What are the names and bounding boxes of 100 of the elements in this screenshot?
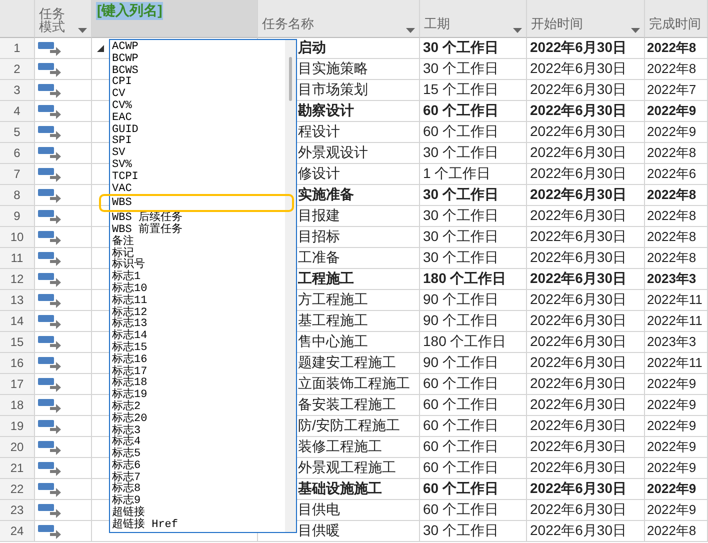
table-cell: 2022年8 <box>645 59 708 80</box>
table-cell: 15 个工作日 <box>420 80 527 101</box>
table-cell: 2022年6月30日 <box>527 479 645 500</box>
column-header[interactable]: 任务 模式 <box>35 0 92 38</box>
arrow-bar-icon <box>38 502 62 518</box>
row-number: 21 <box>0 458 35 479</box>
table-cell: 60 个工作日 <box>420 479 527 500</box>
arrow-bar-icon <box>38 40 62 56</box>
table-cell: 2022年6月30日 <box>527 374 645 395</box>
table-cell: 2022年6月30日 <box>527 458 645 479</box>
table-cell: 60 个工作日 <box>420 437 527 458</box>
table-cell: 60 个工作日 <box>420 458 527 479</box>
table-cell: 30 个工作日 <box>420 38 527 59</box>
table-cell: 2022年8 <box>645 185 708 206</box>
table-cell: 2022年6月30日 <box>527 122 645 143</box>
select-all-corner[interactable] <box>0 0 35 38</box>
table-cell: 2022年8 <box>645 227 708 248</box>
table-cell: 2022年6月30日 <box>527 311 645 332</box>
table-cell: 2022年6月30日 <box>527 437 645 458</box>
row-number: 20 <box>0 437 35 458</box>
column-header[interactable]: 开始时间 <box>527 0 645 38</box>
table-cell: 2022年6月30日 <box>527 38 645 59</box>
table-cell: 2022年9 <box>645 479 708 500</box>
table-cell: 30 个工作日 <box>420 59 527 80</box>
table-cell: 2022年6月30日 <box>527 269 645 290</box>
arrow-bar-icon <box>38 334 62 350</box>
table-cell: 2022年7 <box>645 80 708 101</box>
table-cell: 30 个工作日 <box>420 521 527 542</box>
arrow-bar-icon <box>38 188 62 202</box>
caret-icon <box>631 28 640 33</box>
scrollbar[interactable] <box>285 40 296 532</box>
arrow-bar-icon <box>38 398 62 412</box>
arrow-bar-icon <box>38 250 62 266</box>
table-cell: 2022年8 <box>645 38 708 59</box>
table-cell: 90 个工作日 <box>420 311 527 332</box>
row-number: 6 <box>0 143 35 164</box>
table-cell: 2022年6月30日 <box>527 59 645 80</box>
table-cell: 2022年6 <box>645 164 708 185</box>
table-cell: 60 个工作日 <box>420 416 527 437</box>
table-cell: 2022年9 <box>645 437 708 458</box>
row-number: 19 <box>0 416 35 437</box>
arrow-bar-icon <box>38 62 62 76</box>
arrow-bar-icon <box>38 166 62 182</box>
table-cell: 2022年6月30日 <box>527 332 645 353</box>
table-cell: 2022年11 <box>645 353 708 374</box>
arrow-bar-icon <box>38 82 62 98</box>
table-cell: 60 个工作日 <box>420 500 527 521</box>
arrow-bar-icon <box>38 104 62 118</box>
table-cell: 2022年6月30日 <box>527 227 645 248</box>
table-cell: 60 个工作日 <box>420 122 527 143</box>
table-cell: 30 个工作日 <box>420 248 527 269</box>
column-header[interactable]: 完成时间 <box>645 0 708 38</box>
arrow-bar-icon <box>38 524 62 538</box>
row-number: 10 <box>0 227 35 248</box>
row-number: 12 <box>0 269 35 290</box>
table-cell: 2022年9 <box>645 500 708 521</box>
table-cell: 2022年6月30日 <box>527 521 645 542</box>
arrow-bar-icon <box>38 124 62 140</box>
table-cell: 2022年6月30日 <box>527 290 645 311</box>
caret-icon <box>78 28 87 33</box>
table-cell: 2022年6月30日 <box>527 395 645 416</box>
row-number: 7 <box>0 164 35 185</box>
arrow-bar-icon <box>38 376 62 392</box>
table-cell: 2022年6月30日 <box>527 500 645 521</box>
arrow-bar-icon <box>38 292 62 308</box>
column-header[interactable]: 工期 <box>420 0 527 38</box>
scrollbar-thumb[interactable] <box>289 57 292 101</box>
table-cell: 2022年9 <box>645 101 708 122</box>
table-cell: 2022年8 <box>645 143 708 164</box>
table-cell: 30 个工作日 <box>420 227 527 248</box>
table-cell: 2023年3 <box>645 332 708 353</box>
table-cell: 2022年6月30日 <box>527 101 645 122</box>
caret-icon <box>513 28 522 33</box>
row-number: 15 <box>0 332 35 353</box>
arrow-bar-icon <box>38 146 62 160</box>
table-cell: 2023年3 <box>645 269 708 290</box>
table-cell: 2022年8 <box>645 248 708 269</box>
table-cell: 180 个工作日 <box>420 332 527 353</box>
row-number: 3 <box>0 80 35 101</box>
table-cell: 90 个工作日 <box>420 353 527 374</box>
arrow-bar-icon <box>38 230 62 244</box>
row-number: 16 <box>0 353 35 374</box>
row-number: 17 <box>0 374 35 395</box>
row-number: 13 <box>0 290 35 311</box>
table-cell: 2022年9 <box>645 395 708 416</box>
column-header[interactable]: 任务名称 <box>258 0 420 38</box>
table-cell: 60 个工作日 <box>420 101 527 122</box>
table-cell: 30 个工作日 <box>420 185 527 206</box>
row-number: 18 <box>0 395 35 416</box>
table-cell: 2022年6月30日 <box>527 164 645 185</box>
arrow-bar-icon <box>38 482 62 496</box>
table-cell: 30 个工作日 <box>420 206 527 227</box>
corner-triangle-icon <box>97 44 104 52</box>
arrow-bar-icon <box>38 356 62 370</box>
table-cell: 2022年9 <box>645 458 708 479</box>
table-cell: 2022年11 <box>645 311 708 332</box>
row-number: 23 <box>0 500 35 521</box>
caret-icon <box>406 28 415 33</box>
table-cell: 60 个工作日 <box>420 374 527 395</box>
row-number: 14 <box>0 311 35 332</box>
